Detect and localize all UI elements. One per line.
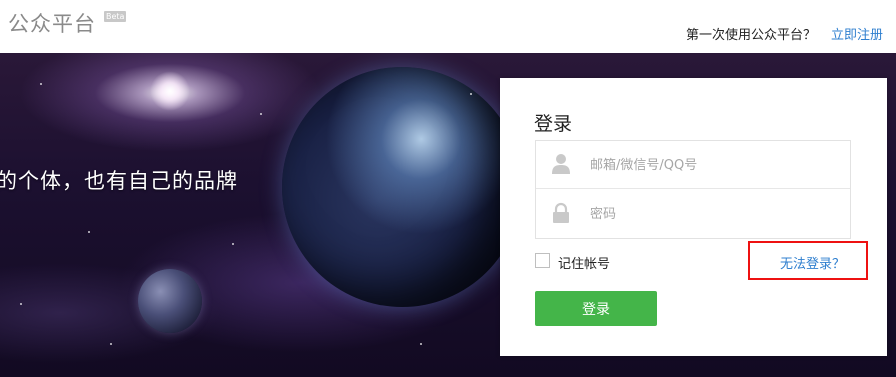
- banner-slogan: 的个体，也有自己的品牌: [0, 169, 238, 193]
- account-input[interactable]: [590, 151, 840, 179]
- planet-illustration: [282, 67, 522, 307]
- star: [20, 303, 22, 305]
- beta-badge: Beta: [104, 11, 127, 22]
- register-link[interactable]: 立即注册: [831, 24, 883, 43]
- star: [260, 113, 262, 115]
- cannot-login-link[interactable]: 无法登录？: [780, 253, 845, 272]
- user-icon: [552, 154, 570, 174]
- first-use-prompt: 第一次使用公众平台？: [686, 28, 817, 43]
- password-input[interactable]: [590, 200, 840, 228]
- star: [40, 83, 42, 85]
- login-card: 登录 记住帐号 无法登录？ 登录: [500, 78, 887, 356]
- star: [470, 93, 472, 95]
- site-logo[interactable]: 公众平台: [8, 8, 96, 38]
- star: [232, 243, 234, 245]
- password-row: [536, 190, 850, 238]
- light-flare: [150, 71, 190, 111]
- login-button[interactable]: 登录: [535, 291, 657, 326]
- star: [88, 231, 90, 233]
- remember-checkbox[interactable]: [535, 253, 550, 268]
- remember-label[interactable]: 记住帐号: [558, 253, 610, 272]
- lock-icon: [553, 202, 569, 223]
- star: [420, 343, 422, 345]
- moon-illustration: [138, 269, 202, 333]
- star: [110, 343, 112, 345]
- account-row: [536, 141, 850, 189]
- top-bar: 公众平台 Beta 第一次使用公众平台？ 立即注册: [0, 0, 896, 53]
- login-title: 登录: [534, 113, 573, 135]
- credentials-group: [535, 140, 851, 239]
